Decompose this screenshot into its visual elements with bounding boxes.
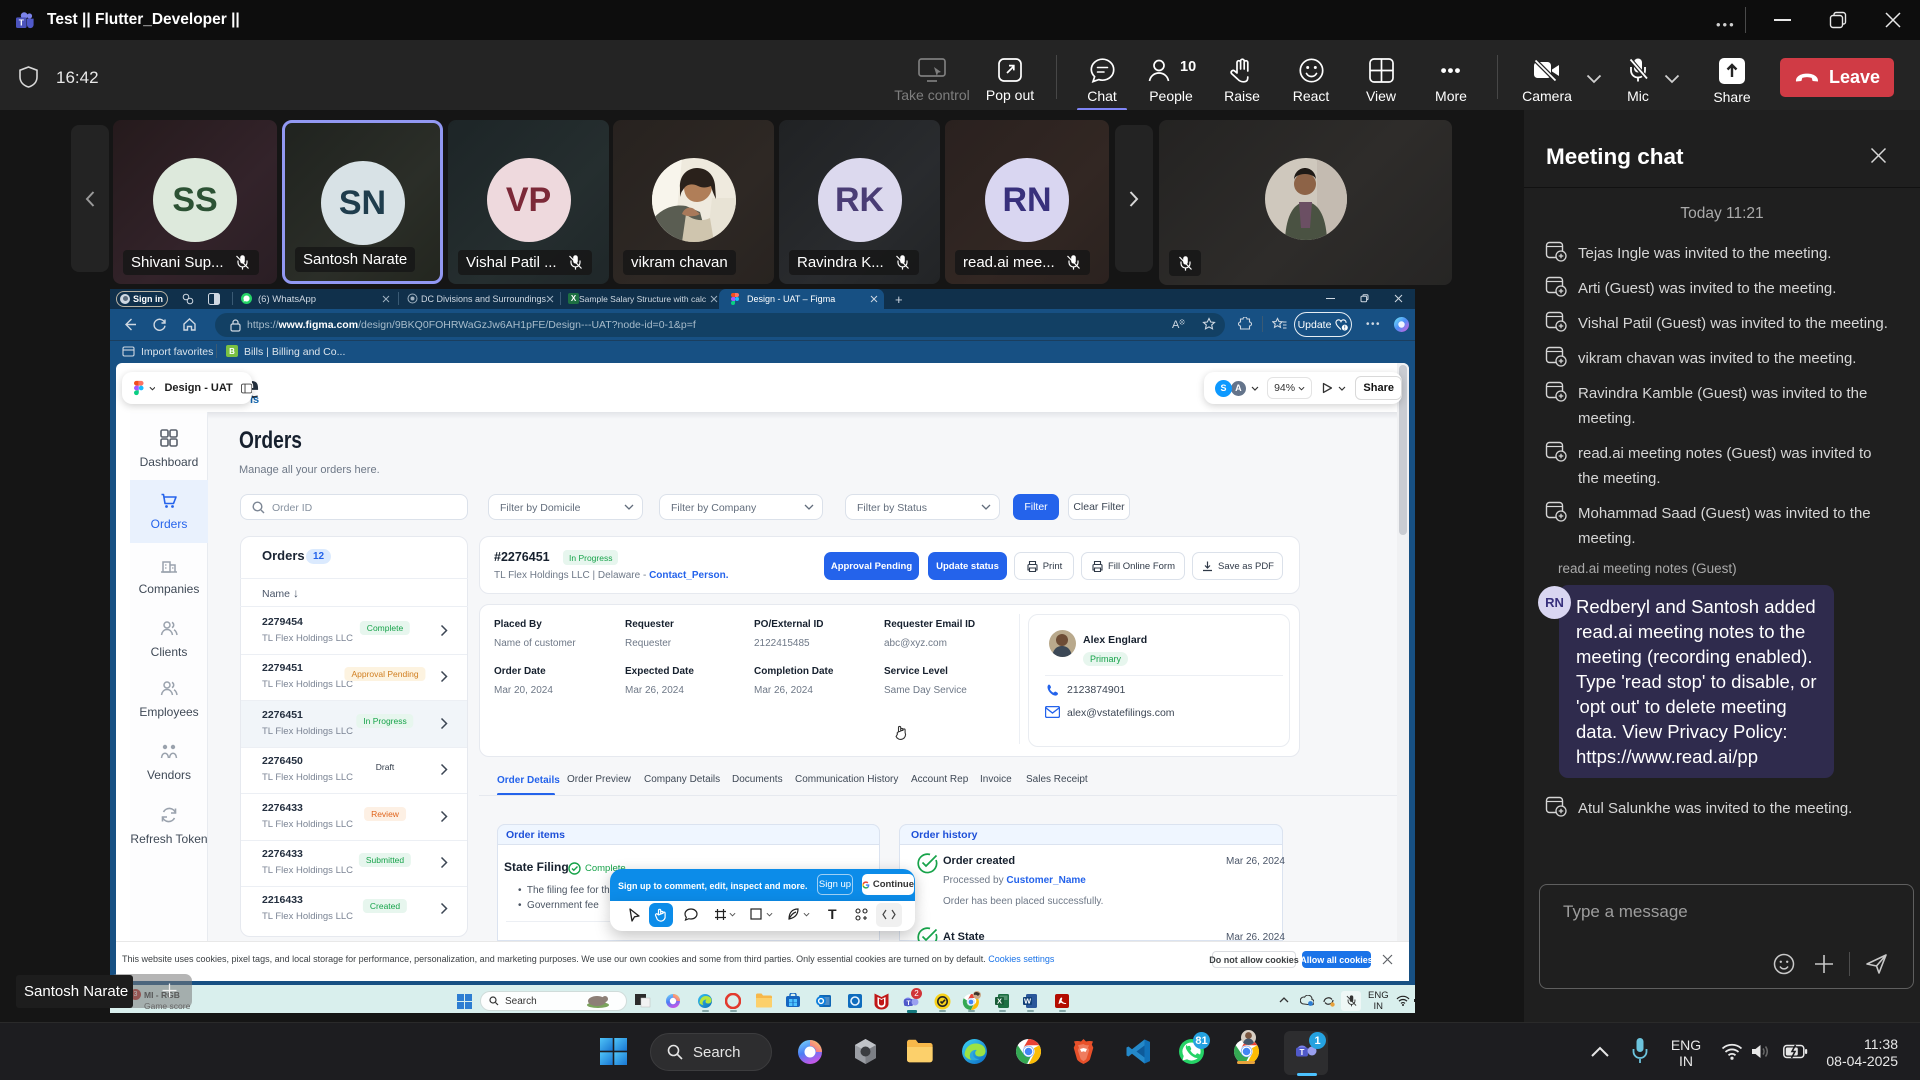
svg-text:T: T [1300, 1048, 1305, 1057]
svg-text:T: T [19, 18, 25, 28]
svg-text:X: X [997, 997, 1002, 1006]
svg-text:!: ! [1344, 325, 1346, 330]
svg-text:T: T [907, 1000, 911, 1007]
svg-text:W: W [1024, 997, 1032, 1006]
